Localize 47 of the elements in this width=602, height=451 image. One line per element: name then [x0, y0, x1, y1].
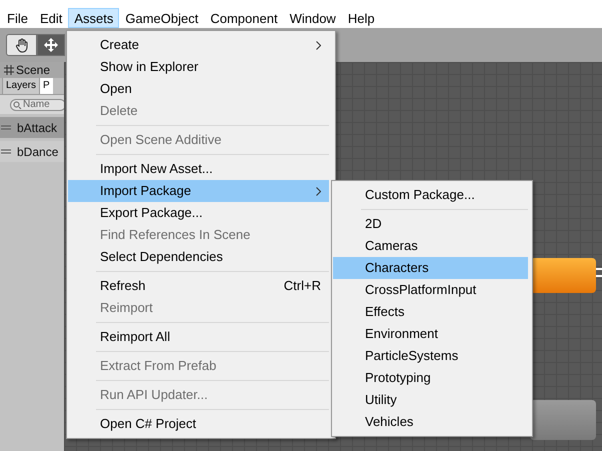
- menu-bar-item[interactable]: Component: [204, 8, 284, 28]
- hand-tool-button[interactable]: [6, 34, 37, 56]
- search-icon: [13, 100, 22, 108]
- menu-item[interactable]: ParticleSystems: [333, 345, 528, 367]
- panel-tab[interactable]: P: [39, 78, 53, 94]
- parameter-name: bDance: [17, 144, 58, 160]
- menu-item[interactable]: Import New Asset...: [68, 158, 329, 180]
- scene-tab[interactable]: Scene: [16, 61, 50, 79]
- menu-item[interactable]: Refresh Ctrl+R: [68, 275, 329, 297]
- menu-item[interactable]: Cameras: [333, 235, 528, 257]
- menu-item[interactable]: CrossPlatformInput: [333, 279, 528, 301]
- chevron-right-icon: [316, 40, 321, 50]
- menu-item[interactable]: Custom Package...: [333, 184, 528, 206]
- panel-tab[interactable]: Layers: [2, 78, 40, 94]
- menu-item[interactable]: Vehicles: [333, 411, 528, 433]
- parameter-row[interactable]: bDance: [0, 141, 64, 162]
- state-node[interactable]: [530, 258, 596, 293]
- menu-item[interactable]: Open: [68, 78, 329, 100]
- menu-item[interactable]: Export Package...: [68, 202, 329, 224]
- menu-bar-item[interactable]: Edit: [34, 8, 68, 28]
- menu-item[interactable]: Select Dependencies: [68, 246, 329, 268]
- drag-handle-icon: [1, 125, 11, 130]
- menu-bar-item[interactable]: File: [1, 8, 34, 28]
- menu-item[interactable]: Prototyping: [333, 367, 528, 389]
- menu-item[interactable]: 2D: [333, 213, 528, 235]
- menu-bar-item[interactable]: Help: [342, 8, 381, 28]
- parameter-row[interactable]: bAttack: [0, 117, 64, 138]
- drag-handle-icon: [1, 149, 11, 154]
- menu-item[interactable]: Open C# Project: [68, 413, 329, 435]
- search-field[interactable]: Name: [10, 98, 66, 110]
- parameter-name: bAttack: [17, 120, 58, 136]
- move-arrows-icon: [43, 37, 59, 53]
- menu-item[interactable]: Environment: [333, 323, 528, 345]
- hand-icon: [14, 37, 30, 53]
- grid-hash-icon: [4, 65, 14, 75]
- menu-item[interactable]: Effects: [333, 301, 528, 323]
- menu-item[interactable]: Utility: [333, 389, 528, 411]
- menu-bar-item[interactable]: Assets: [68, 8, 120, 28]
- menu-item[interactable]: Characters: [333, 257, 528, 279]
- menu-bar-item[interactable]: Window: [284, 8, 342, 28]
- menu-item[interactable]: Reimport All: [68, 326, 329, 348]
- move-tool-button[interactable]: [37, 34, 65, 56]
- menu-bar-item[interactable]: GameObject: [119, 8, 204, 28]
- state-node[interactable]: [530, 400, 596, 440]
- menu-item[interactable]: Import Package: [68, 180, 329, 202]
- chevron-right-icon: [316, 186, 321, 196]
- menu-item[interactable]: Show in Explorer: [68, 56, 329, 78]
